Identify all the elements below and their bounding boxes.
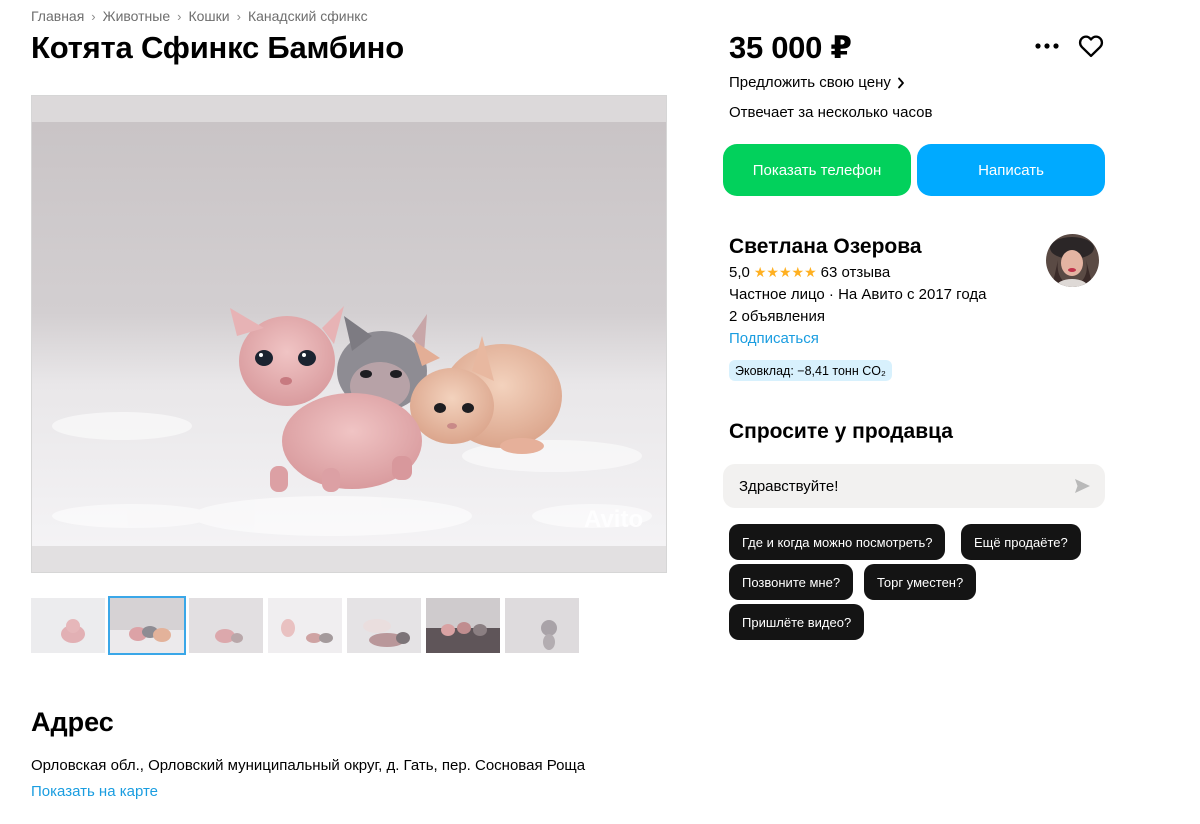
reviews-count: 63 отзыва bbox=[820, 264, 891, 281]
quick-question-chip[interactable]: Торг уместен? bbox=[864, 564, 977, 600]
rating-value: 5,0 bbox=[729, 264, 750, 281]
chevron-right-icon: › bbox=[91, 8, 96, 24]
heart-icon[interactable] bbox=[1077, 32, 1105, 60]
address-heading: Адрес bbox=[31, 707, 114, 737]
thumbnail[interactable] bbox=[189, 598, 263, 653]
quick-question-chip[interactable]: Ещё продаёте? bbox=[961, 524, 1081, 560]
avatar[interactable] bbox=[1046, 234, 1099, 287]
main-photo[interactable]: Avito bbox=[31, 95, 667, 573]
send-icon[interactable] bbox=[1073, 477, 1091, 495]
chevron-right-icon bbox=[897, 77, 904, 88]
address-text: Орловская обл., Орловский муниципальный … bbox=[31, 757, 586, 774]
ask-seller-heading: Спросите у продавца bbox=[729, 420, 953, 443]
seller-listings[interactable]: 2 объявления bbox=[729, 308, 825, 325]
thumbnail[interactable] bbox=[426, 598, 500, 653]
eco-badge[interactable]: Эковклад: −8,41 тонн CO₂ bbox=[729, 360, 892, 381]
seller-rating[interactable]: 5,0 ★★★★★ 63 отзыва bbox=[729, 264, 890, 281]
seller-type: Частное лицо · На Авито с 2017 года bbox=[729, 286, 987, 303]
watermark: Avito bbox=[584, 506, 644, 533]
thumbnail-strip bbox=[31, 596, 579, 655]
more-icon[interactable] bbox=[1033, 36, 1061, 56]
message-box bbox=[723, 464, 1105, 508]
offer-price-label: Предложить свою цену bbox=[729, 74, 891, 91]
chevron-right-icon: › bbox=[177, 8, 182, 24]
breadcrumb-home[interactable]: Главная bbox=[31, 8, 84, 24]
seller-name[interactable]: Светлана Озерова bbox=[729, 235, 922, 259]
chevron-right-icon: › bbox=[236, 8, 241, 24]
offer-price-link[interactable]: Предложить свою цену bbox=[729, 74, 905, 91]
listing-title: Котята Сфинкс Бамбино bbox=[31, 30, 404, 65]
thumbnail[interactable] bbox=[31, 598, 105, 653]
message-input[interactable] bbox=[739, 477, 1059, 495]
thumbnail[interactable] bbox=[505, 598, 579, 653]
subscribe-link[interactable]: Подписаться bbox=[729, 330, 819, 347]
thumbnail-active[interactable] bbox=[108, 596, 186, 655]
quick-question-chip[interactable]: Пришлёте видео? bbox=[729, 604, 865, 640]
star-icons: ★★★★★ bbox=[753, 264, 817, 280]
show-phone-button[interactable]: Показать телефон bbox=[723, 144, 911, 196]
breadcrumb-cats[interactable]: Кошки bbox=[188, 8, 229, 24]
response-time: Отвечает за несколько часов bbox=[729, 104, 933, 121]
kittens-photo bbox=[32, 96, 666, 572]
quick-question-chip[interactable]: Позвоните мне? bbox=[729, 564, 854, 600]
thumbnail[interactable] bbox=[268, 598, 342, 653]
show-on-map-link[interactable]: Показать на карте bbox=[31, 783, 158, 800]
price: 35 000 ₽ bbox=[729, 30, 852, 65]
quick-question-chip[interactable]: Где и когда можно посмотреть? bbox=[729, 524, 946, 560]
breadcrumb: Главная › Животные › Кошки › Канадский с… bbox=[31, 8, 368, 24]
breadcrumb-animals[interactable]: Животные bbox=[103, 8, 171, 24]
write-button[interactable]: Написать bbox=[917, 144, 1105, 196]
thumbnail[interactable] bbox=[347, 598, 421, 653]
breadcrumb-sphynx[interactable]: Канадский сфинкс bbox=[248, 8, 368, 24]
